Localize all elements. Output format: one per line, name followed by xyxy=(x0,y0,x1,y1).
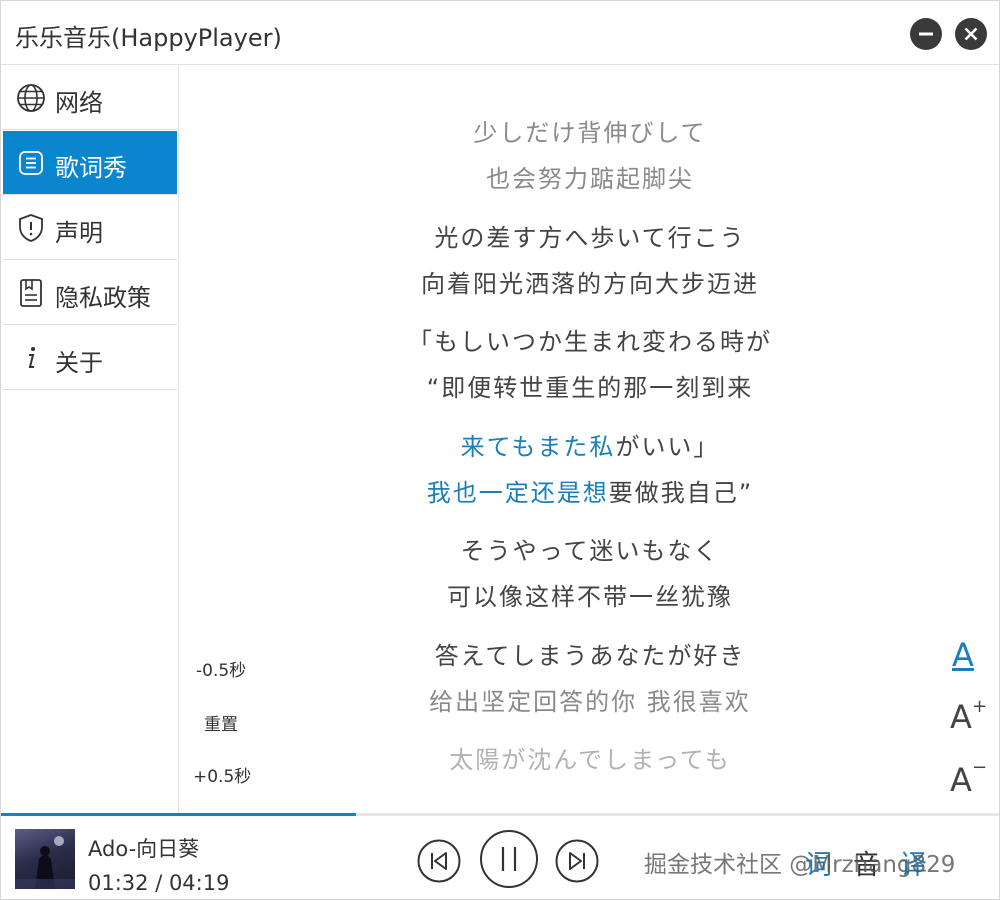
album-cover[interactable] xyxy=(15,829,75,889)
next-button[interactable] xyxy=(555,839,599,883)
font-default-label: A xyxy=(952,636,974,674)
watermark: 掘金技术社区 @Mrzhang829 xyxy=(644,852,956,878)
font-decrease-label: A xyxy=(950,761,972,799)
sidebar-item-label: 关于 xyxy=(55,349,103,377)
font-default-button[interactable]: A xyxy=(952,636,992,676)
globe-icon xyxy=(17,84,45,112)
sidebar-item-label: 歌词秀 xyxy=(55,154,127,182)
sidebar-item-label: 声明 xyxy=(55,219,103,247)
lyric-line-current: 来てもまた私がいい」 xyxy=(180,427,1000,462)
sidebar-item-label: 网络 xyxy=(55,89,103,117)
lyric-highlighted-text: 来てもまた私 xyxy=(460,433,616,461)
lyric-line-current-translation: 我也一定还是想要做我自己” xyxy=(180,473,1000,508)
lyric-rest-text: がいい」 xyxy=(615,433,720,461)
sidebar-item-statement[interactable]: 声明 xyxy=(3,196,177,260)
offset-plus-button[interactable]: +0.5秒 xyxy=(193,762,251,787)
song-title: Ado-向日葵 xyxy=(88,837,200,861)
pause-icon xyxy=(480,830,538,888)
lyric-line: そうやって迷いもなく xyxy=(460,537,720,565)
lyrics-icon xyxy=(19,151,43,175)
lyric-line: 可以像这样不带一丝犹豫 xyxy=(447,583,733,611)
font-decrease-sign: − xyxy=(972,757,988,778)
lyric-line: 少しだけ背伸びして xyxy=(473,119,707,147)
shield-icon xyxy=(19,214,43,242)
font-increase-label: A xyxy=(950,698,972,736)
offset-reset-button[interactable]: 重置 xyxy=(204,710,238,735)
minimize-button[interactable] xyxy=(910,18,942,50)
sidebar: 网络 歌词秀 声明 隐私政策 关于 xyxy=(1,66,179,813)
lyric-line: 向着阳光洒落的方向大步迈进 xyxy=(421,270,759,298)
song-time: 01:32 / 04:19 xyxy=(88,871,230,895)
lyric-line: 也会努力踮起脚尖 xyxy=(486,165,694,193)
sidebar-item-about[interactable]: 关于 xyxy=(3,326,177,390)
close-icon xyxy=(964,27,978,41)
document-icon xyxy=(20,279,42,307)
app-title: 乐乐音乐(HappyPlayer) xyxy=(15,24,282,52)
app-window: 乐乐音乐(HappyPlayer) 网络 歌词秀 声明 隐私政策 关于 少しだけ… xyxy=(0,0,1000,900)
sidebar-item-network[interactable]: 网络 xyxy=(3,66,177,130)
previous-icon xyxy=(417,839,461,883)
minimize-icon xyxy=(919,32,933,36)
album-art-image xyxy=(15,836,75,889)
sidebar-item-label: 隐私政策 xyxy=(55,284,151,312)
next-icon xyxy=(555,839,599,883)
lyric-line: 太陽が沈んでしまっても xyxy=(449,746,731,774)
font-increase-sign: + xyxy=(972,696,988,717)
offset-minus-button[interactable]: -0.5秒 xyxy=(196,656,246,681)
lyric-line: 「もしいつか生まれ変わる時が xyxy=(408,328,772,356)
info-icon xyxy=(28,347,35,368)
lyric-line: “即便转世重生的那一刻到来 xyxy=(426,374,754,402)
pause-button[interactable] xyxy=(479,829,539,889)
lyric-line: 答えてしまうあなたが好き xyxy=(434,642,746,670)
lyrics-panel: 少しだけ背伸びして 也会努力踮起脚尖 光の差す方へ歩いて行こう 向着阳光洒落的方… xyxy=(180,66,1000,813)
font-decrease-button[interactable]: A − xyxy=(950,757,990,801)
close-button[interactable] xyxy=(955,18,987,50)
lyric-line: 给出坚定回答的你 我很喜欢 xyxy=(429,688,751,716)
player-bar: Ado-向日葵 01:32 / 04:19 词 音 译 掘金技术社区 @Mrzh… xyxy=(1,816,999,900)
font-increase-button[interactable]: A + xyxy=(950,696,990,738)
lyric-highlighted-text: 我也一定还是想 xyxy=(426,479,609,507)
lyric-rest-text: 要做我自己” xyxy=(608,479,754,507)
sidebar-item-privacy[interactable]: 隐私政策 xyxy=(3,261,177,325)
lyric-line: 光の差す方へ歩いて行こう xyxy=(434,224,746,252)
previous-button[interactable] xyxy=(417,839,461,883)
title-bar: 乐乐音乐(HappyPlayer) xyxy=(1,1,999,65)
sidebar-item-lyrics[interactable]: 歌词秀 xyxy=(3,131,177,195)
